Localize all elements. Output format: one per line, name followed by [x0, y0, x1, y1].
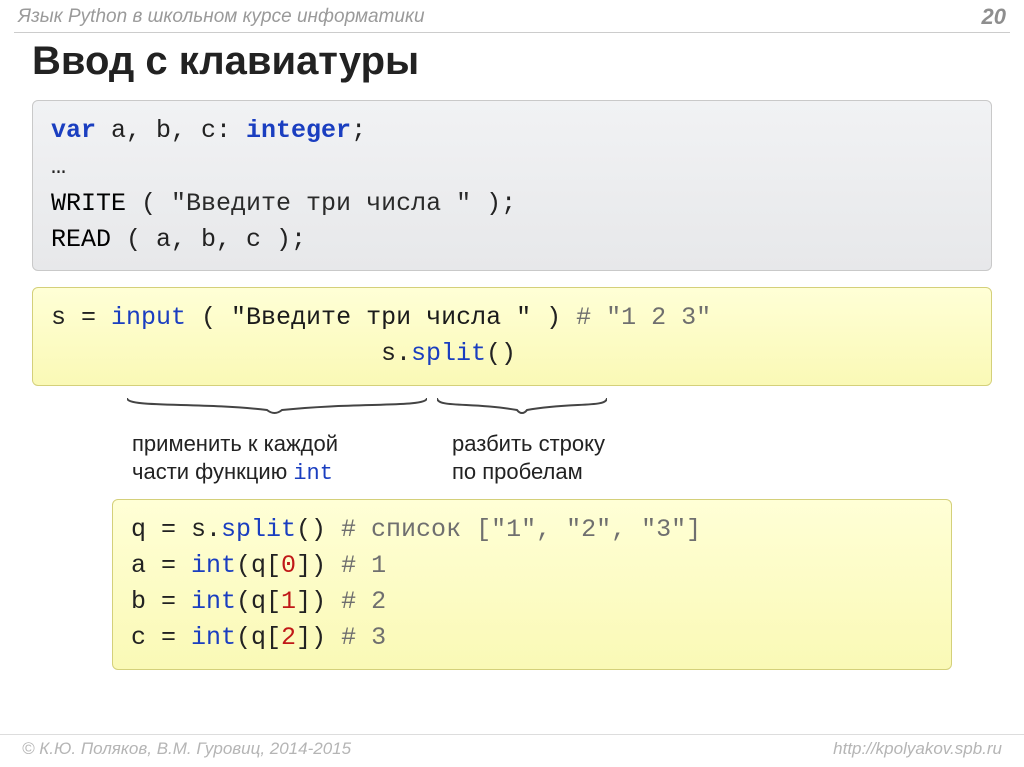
annotation-right: разбить строку по пробелам — [452, 430, 605, 489]
code-text: () — [296, 515, 341, 544]
fn-split: split — [221, 515, 296, 544]
code-text: ( — [126, 189, 171, 218]
string-literal: "Введите три числа " — [171, 189, 471, 218]
code-text: c = — [131, 623, 191, 652]
code-line: s = input ( "Введите три числа " ) # "1 … — [51, 300, 973, 336]
python-code-block-1: s = input ( "Введите три числа " ) # "1 … — [32, 287, 992, 386]
page-number: 20 — [982, 4, 1006, 30]
keyword-var: var — [51, 116, 96, 145]
code-line: b = int(q[1]) # 2 — [131, 584, 933, 620]
code-text: (q[ — [236, 587, 281, 616]
code-text: ) — [531, 303, 561, 332]
brace-right-icon — [437, 396, 607, 422]
code-text: a, b, c: — [96, 116, 246, 145]
code-line: a = int(q[0]) # 1 — [131, 548, 933, 584]
keyword-integer: integer — [246, 116, 351, 145]
code-text: q = s. — [131, 515, 221, 544]
code-text: ; — [351, 116, 366, 145]
fn-int: int — [191, 623, 236, 652]
fn-int: int — [191, 551, 236, 580]
code-text: (q[ — [236, 623, 281, 652]
fn-write: WRITE — [51, 189, 126, 218]
slide-header: Язык Python в школьном курсе информатики… — [0, 0, 1024, 32]
comment: # 3 — [341, 623, 386, 652]
annotation-text: разбить строку — [452, 430, 605, 459]
python-code-block-2: q = s.split() # список ["1", "2", "3"] a… — [112, 499, 952, 670]
string-literal: "Введите три числа " — [231, 303, 531, 332]
annotation-row: применить к каждой части функцию int раз… — [32, 430, 992, 489]
code-text: () — [486, 339, 516, 368]
code-line: WRITE ( "Введите три числа " ); — [51, 186, 973, 222]
comment: # 2 — [341, 587, 386, 616]
fn-input: input — [111, 303, 186, 332]
fn-int: int — [191, 587, 236, 616]
pascal-code-block: var a, b, c: integer; … WRITE ( "Введите… — [32, 100, 992, 271]
number: 2 — [281, 623, 296, 652]
course-title: Язык Python в школьном курсе информатики — [18, 6, 425, 28]
code-text: ( — [186, 303, 231, 332]
number: 1 — [281, 587, 296, 616]
annotation-left: применить к каждой части функцию int — [132, 430, 442, 489]
code-line: var a, b, c: integer; — [51, 113, 973, 149]
annotation-text: применить к каждой — [132, 430, 442, 459]
keyword-int: int — [293, 461, 333, 486]
fn-read: READ — [51, 225, 111, 254]
code-text: s. — [381, 339, 411, 368]
comment: # 1 — [341, 551, 386, 580]
code-line: READ ( a, b, c ); — [51, 222, 973, 258]
code-text: ]) — [296, 551, 341, 580]
code-text: ( a, b, c ); — [111, 225, 306, 254]
brace-row — [32, 402, 992, 428]
footer-url: http://kpolyakov.spb.ru — [833, 739, 1002, 759]
slide-content: var a, b, c: integer; … WRITE ( "Введите… — [0, 100, 1024, 670]
brace-left-icon — [127, 396, 427, 422]
number: 0 — [281, 551, 296, 580]
code-text: (q[ — [236, 551, 281, 580]
comment: # список ["1", "2", "3"] — [341, 515, 701, 544]
code-text: ); — [471, 189, 516, 218]
slide-title: Ввод с клавиатуры — [0, 33, 1024, 90]
code-text: s = — [51, 303, 111, 332]
code-text: b = — [131, 587, 191, 616]
annotation-text: части функцию int — [132, 458, 442, 489]
code-text: ]) — [296, 623, 341, 652]
slide-footer: © К.Ю. Поляков, В.М. Гуровиц, 2014-2015 … — [0, 734, 1024, 759]
code-text: a = — [131, 551, 191, 580]
comment: # "1 2 3" — [561, 303, 711, 332]
code-line: … — [51, 149, 973, 185]
code-line: s.split() — [51, 336, 973, 372]
annotation-text-part: части функцию — [132, 459, 293, 484]
copyright: © К.Ю. Поляков, В.М. Гуровиц, 2014-2015 — [22, 739, 351, 759]
code-text: ]) — [296, 587, 341, 616]
fn-split: split — [411, 339, 486, 368]
code-line: q = s.split() # список ["1", "2", "3"] — [131, 512, 933, 548]
code-line: c = int(q[2]) # 3 — [131, 620, 933, 656]
annotation-text: по пробелам — [452, 458, 605, 487]
